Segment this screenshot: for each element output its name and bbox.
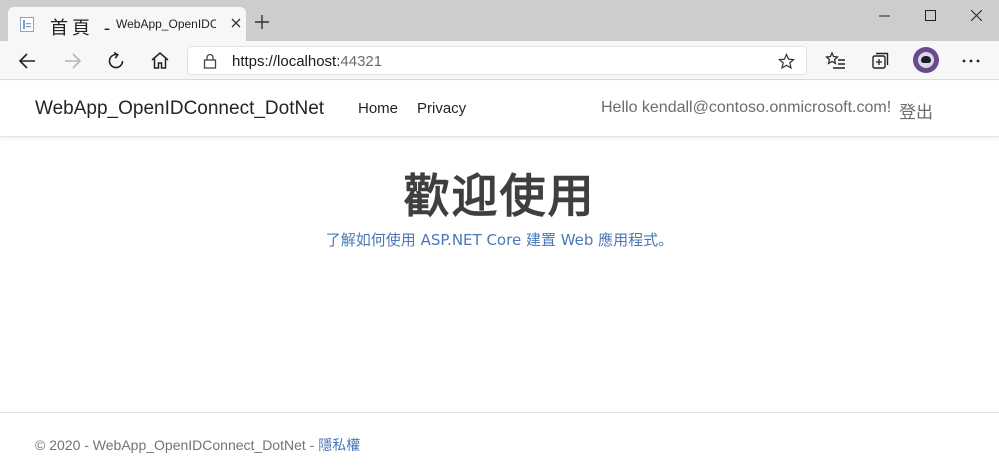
more-options-icon[interactable] [959,49,983,73]
browser-tab[interactable]: 首頁 - WebApp_OpenIDC [8,7,246,41]
footer-privacy-link[interactable]: 隱私權 [318,438,360,454]
tab-title: WebApp_OpenIDC [116,17,216,31]
minimize-button[interactable] [861,0,907,32]
page-favicon-icon [20,17,34,32]
signout-link[interactable]: 登出 [899,98,933,123]
browser-toolbar: https://localhost:44321 [0,41,999,80]
collections-icon[interactable] [868,49,892,73]
nav-link-privacy[interactable]: Privacy [417,100,466,117]
profile-avatar-icon[interactable] [913,47,939,73]
minimize-icon [879,15,890,17]
footer-divider [0,412,999,413]
url-port: 44321 [340,53,383,70]
favorite-star-icon[interactable] [777,53,796,75]
close-tab-icon[interactable] [229,16,243,30]
lock-icon[interactable] [203,53,217,74]
refresh-icon[interactable] [104,49,128,73]
maximize-icon [925,10,936,21]
url-text[interactable]: https://localhost:44321 [232,53,382,70]
footer-copyright: © 2020 - WebApp_OpenIDConnect_DotNet - [35,437,319,453]
maximize-button[interactable] [907,0,953,32]
close-window-icon [971,10,982,21]
browser-tab-strip: 首頁 - WebApp_OpenIDC [0,0,999,41]
address-bar[interactable]: https://localhost:44321 [187,46,807,75]
tab-title-prefix: 首頁 - [50,18,115,39]
site-footer: © 2020 - WebApp_OpenIDConnect_DotNet - 隱… [35,435,360,455]
forward-arrow-icon[interactable] [60,49,84,73]
close-window-button[interactable] [953,0,999,32]
home-icon[interactable] [148,49,172,73]
new-tab-plus-icon[interactable] [254,14,270,30]
welcome-heading: 歡迎使用 [403,169,596,223]
site-navbar: WebApp_OpenIDConnect_DotNet Home Privacy… [0,81,999,137]
favorites-list-icon[interactable] [824,49,848,73]
user-greeting: Hello kendall@contoso.onmicrosoft.com! [601,99,892,116]
site-brand-link[interactable]: WebApp_OpenIDConnect_DotNet [35,98,324,120]
back-arrow-icon[interactable] [16,49,40,73]
nav-link-home[interactable]: Home [358,100,398,117]
learn-aspnet-core-link[interactable]: 了解如何使用 ASP.NET Core 建置 Web 應用程式。 [0,229,999,250]
url-host: https://localhost: [232,53,341,70]
